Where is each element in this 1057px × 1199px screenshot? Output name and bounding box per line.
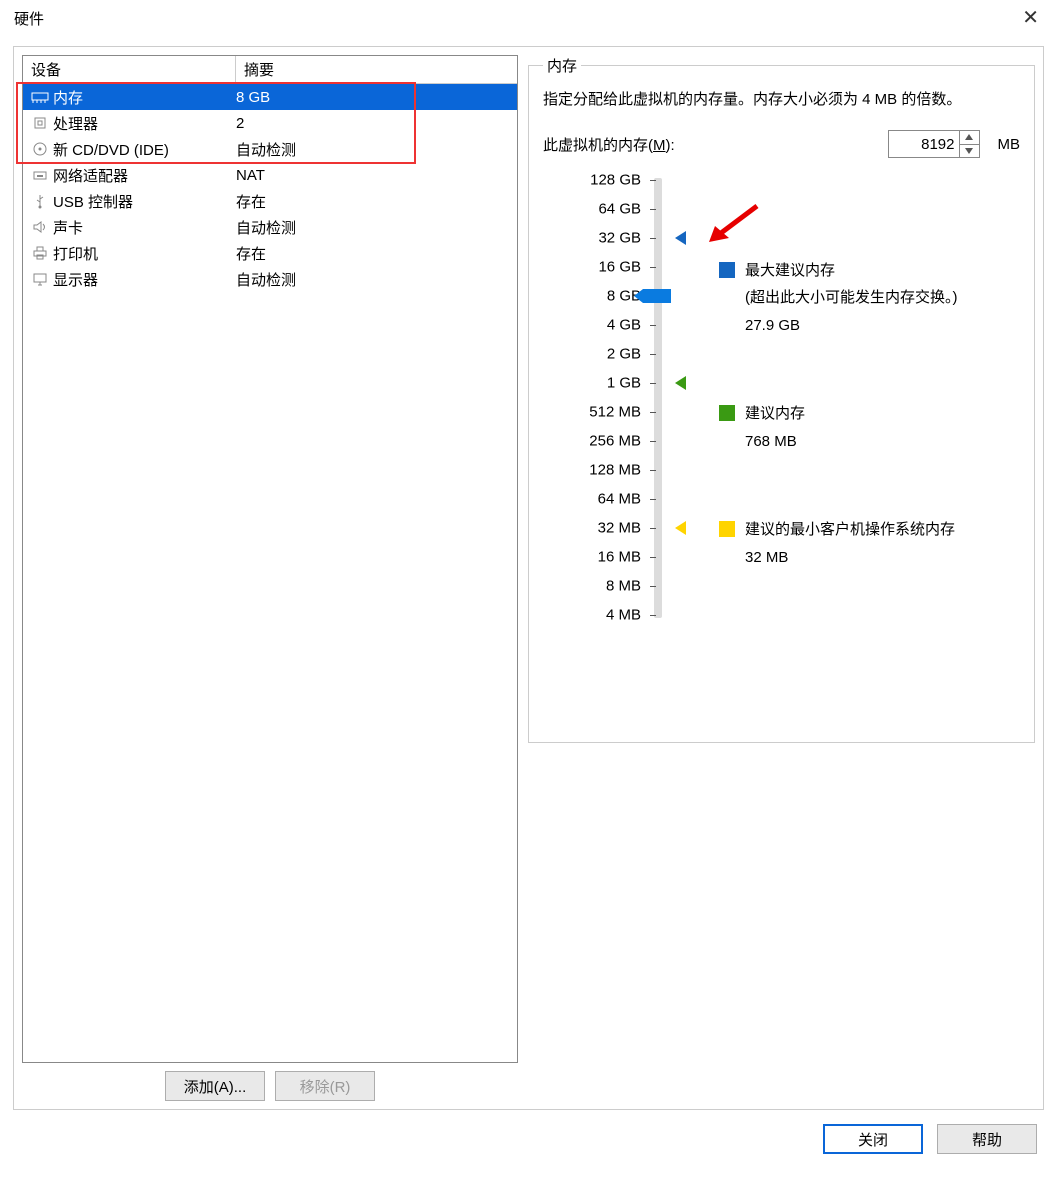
- device-row-printer[interactable]: 打印机存在: [23, 240, 517, 266]
- max-memory-label: 最大建议内存: [745, 259, 958, 280]
- add-button[interactable]: 添加(A)...: [165, 1071, 265, 1101]
- device-row-display[interactable]: 显示器自动检测: [23, 266, 517, 292]
- cpu-icon: [29, 114, 51, 132]
- annotation-red-arrow: [709, 204, 759, 248]
- device-summary: 2: [236, 115, 517, 132]
- device-row-sound[interactable]: 声卡自动检测: [23, 214, 517, 240]
- memory-slider: 128 GB64 GB32 GB16 GB8 GB4 GB2 GB1 GB512…: [543, 178, 1020, 623]
- memory-description: 指定分配给此虚拟机的内存量。内存大小必须为 4 MB 的倍数。: [543, 88, 1020, 112]
- recommended-memory-label: 建议内存: [745, 402, 805, 423]
- tick-label: 32 MB: [598, 520, 641, 537]
- device-name: 内存: [51, 87, 236, 108]
- memory-input[interactable]: [888, 130, 960, 158]
- memory-group-title: 内存: [543, 55, 581, 76]
- device-name: 声卡: [51, 217, 236, 238]
- tick-label: 512 MB: [589, 404, 641, 421]
- device-row-net[interactable]: 网络适配器NAT: [23, 162, 517, 188]
- tick-label: 16 MB: [598, 549, 641, 566]
- memory-spinner[interactable]: [960, 130, 980, 158]
- tick-label: 1 GB: [607, 375, 641, 392]
- device-row-disc[interactable]: 新 CD/DVD (IDE)自动检测: [23, 136, 517, 162]
- device-row-cpu[interactable]: 处理器2: [23, 110, 517, 136]
- remove-button[interactable]: 移除(R): [275, 1071, 375, 1101]
- device-summary: 自动检测: [236, 269, 517, 290]
- device-summary: 自动检测: [236, 139, 517, 160]
- tick-label: 2 GB: [607, 346, 641, 363]
- device-row-usb[interactable]: USB 控制器存在: [23, 188, 517, 214]
- tick-label: 8 MB: [606, 578, 641, 595]
- memory-unit: MB: [998, 136, 1021, 153]
- column-header-device[interactable]: 设备: [23, 56, 236, 83]
- slider-track-column[interactable]: [647, 178, 667, 623]
- memory-group: 内存 指定分配给此虚拟机的内存量。内存大小必须为 4 MB 的倍数。 此虚拟机的…: [528, 55, 1035, 743]
- max-memory-value: 27.9 GB: [745, 317, 958, 334]
- tick-label: 32 GB: [598, 230, 641, 247]
- tick-label: 128 GB: [590, 172, 641, 189]
- main-content: 设备 摘要 内存8 GB处理器2新 CD/DVD (IDE)自动检测网络适配器N…: [13, 46, 1044, 1110]
- device-name: USB 控制器: [51, 191, 236, 212]
- tick-label: 64 MB: [598, 491, 641, 508]
- device-name: 打印机: [51, 243, 236, 264]
- close-icon[interactable]: ✕: [1016, 6, 1045, 30]
- device-name: 处理器: [51, 113, 236, 134]
- tick-label: 4 MB: [606, 607, 641, 624]
- recommended-memory-swatch: [719, 405, 735, 421]
- sound-icon: [29, 218, 51, 236]
- device-row-memory[interactable]: 内存8 GB: [23, 84, 517, 110]
- spinner-up-icon[interactable]: [960, 131, 979, 145]
- device-summary: 8 GB: [236, 89, 517, 106]
- close-button[interactable]: 关闭: [823, 1124, 923, 1154]
- net-icon: [29, 166, 51, 184]
- disc-icon: [29, 140, 51, 158]
- min-memory-swatch: [719, 521, 735, 537]
- tick-label: 128 MB: [589, 462, 641, 479]
- tick-label: 4 GB: [607, 317, 641, 334]
- usb-icon: [29, 192, 51, 210]
- column-header-summary[interactable]: 摘要: [236, 56, 517, 83]
- device-name: 网络适配器: [51, 165, 236, 186]
- min-memory-label: 建议的最小客户机操作系统内存: [745, 518, 955, 539]
- spinner-down-icon[interactable]: [960, 145, 979, 158]
- device-name: 显示器: [51, 269, 236, 290]
- tick-label: 64 GB: [598, 201, 641, 218]
- memory-input-label: 此虚拟机的内存(M):: [543, 134, 675, 155]
- tick-label: 256 MB: [589, 433, 641, 450]
- tick-label: 16 GB: [598, 259, 641, 276]
- max-memory-swatch: [719, 262, 735, 278]
- window-title: 硬件: [14, 8, 44, 29]
- device-summary: NAT: [236, 167, 517, 184]
- recommended-memory-value: 768 MB: [745, 433, 805, 450]
- device-name: 新 CD/DVD (IDE): [51, 139, 236, 160]
- device-summary: 存在: [236, 243, 517, 264]
- min-memory-value: 32 MB: [745, 549, 955, 566]
- printer-icon: [29, 244, 51, 262]
- slider-tick-labels: 128 GB64 GB32 GB16 GB8 GB4 GB2 GB1 GB512…: [543, 178, 647, 623]
- memory-icon: [29, 88, 51, 106]
- display-icon: [29, 270, 51, 288]
- device-table: 设备 摘要 内存8 GB处理器2新 CD/DVD (IDE)自动检测网络适配器N…: [22, 55, 518, 1063]
- max-memory-sub: (超出此大小可能发生内存交换。): [745, 286, 958, 307]
- help-button[interactable]: 帮助: [937, 1124, 1037, 1154]
- device-summary: 存在: [236, 191, 517, 212]
- device-table-header: 设备 摘要: [23, 56, 517, 84]
- device-summary: 自动检测: [236, 217, 517, 238]
